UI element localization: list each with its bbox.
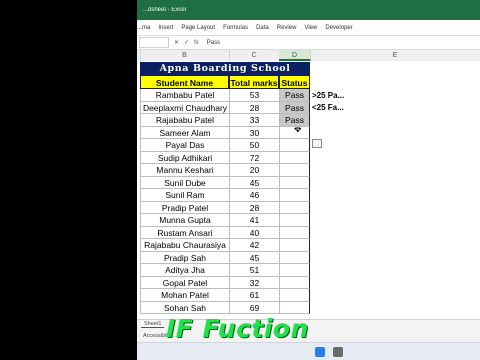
video-caption: IF Fuction (166, 314, 309, 343)
status-cell[interactable] (279, 226, 310, 239)
enter-icon[interactable]: ✓ (184, 39, 189, 46)
status-cell[interactable] (279, 164, 310, 177)
total-marks-cell[interactable]: 51 (229, 264, 279, 277)
search-icon[interactable] (333, 347, 343, 357)
status-cell[interactable] (279, 151, 310, 164)
column-header-e[interactable]: E (310, 50, 480, 61)
student-name-cell[interactable]: Rajababu Chaurasiya (140, 239, 229, 252)
sheet-tab[interactable]: Sheet1 (141, 321, 165, 328)
status-cell[interactable] (279, 201, 310, 214)
total-marks-cell[interactable]: 53 (229, 89, 279, 102)
status-cell[interactable]: Pass (279, 114, 310, 127)
total-marks-cell[interactable]: 69 (229, 301, 279, 314)
status-cell[interactable] (279, 126, 310, 139)
total-marks-cell[interactable]: 28 (229, 101, 279, 114)
student-name-cell[interactable]: Pradip Sah (140, 251, 229, 264)
total-marks-cell[interactable]: 41 (229, 214, 279, 227)
ribbon-tabs: ...ma Insert Page Layout Formulas Data R… (137, 20, 480, 36)
status-cell[interactable] (279, 239, 310, 252)
status-cell[interactable] (279, 214, 310, 227)
student-name-cell[interactable]: Munna Gupta (140, 214, 229, 227)
cancel-icon[interactable]: ✕ (174, 39, 179, 46)
student-name-cell[interactable]: Sameer Alam (140, 126, 229, 139)
title-bar: ...dsheet - Excel (137, 0, 480, 20)
column-header-b[interactable]: B (140, 50, 230, 61)
status-cell[interactable] (279, 251, 310, 264)
window-title: ...dsheet - Excel (143, 7, 187, 13)
header-status[interactable]: Status (279, 75, 310, 89)
status-cell[interactable] (279, 276, 310, 289)
status-cell[interactable] (279, 189, 310, 202)
function-icon[interactable]: fx (194, 40, 199, 46)
total-marks-cell[interactable]: 28 (229, 201, 279, 214)
total-marks-cell[interactable]: 32 (229, 276, 279, 289)
student-name-cell[interactable]: Sunil Dube (140, 176, 229, 189)
status-cell[interactable] (279, 289, 310, 302)
ribbon-tab-formulas[interactable]: Formulas (223, 25, 248, 31)
student-name-cell[interactable]: Sunil Ram (140, 189, 229, 202)
ribbon-tab-page-layout[interactable]: Page Layout (181, 25, 215, 31)
ribbon-tab-data[interactable]: Data (256, 25, 269, 31)
status-cell[interactable] (279, 301, 310, 314)
status-cell[interactable]: Pass (279, 89, 310, 102)
windows-start-icon[interactable] (315, 347, 325, 357)
column-header-d[interactable]: D (279, 50, 311, 61)
header-student-name[interactable]: Student Name (140, 75, 229, 89)
status-cell[interactable] (279, 176, 310, 189)
total-marks-cell[interactable]: 33 (229, 114, 279, 127)
column-header-c[interactable]: C (229, 50, 280, 61)
ribbon-tab-home[interactable]: ...ma (137, 25, 150, 31)
total-marks-cell[interactable]: 40 (229, 226, 279, 239)
name-box[interactable] (139, 37, 169, 48)
total-marks-cell[interactable]: 61 (229, 289, 279, 302)
total-marks-cell[interactable]: 42 (229, 239, 279, 252)
ribbon-tab-developer[interactable]: Developer (325, 25, 352, 31)
ribbon-tab-review[interactable]: Review (277, 25, 297, 31)
pass-criteria-note[interactable]: >25 Pa... (312, 91, 344, 100)
ribbon-tab-insert[interactable]: Insert (158, 25, 173, 31)
ribbon-tab-view[interactable]: View (304, 25, 317, 31)
taskbar (137, 342, 480, 360)
status-cell[interactable] (279, 139, 310, 152)
student-name-cell[interactable]: Sudip Adhikari (140, 151, 229, 164)
fail-criteria-note[interactable]: <25 Fa... (312, 103, 344, 112)
total-marks-cell[interactable]: 45 (229, 176, 279, 189)
student-name-cell[interactable]: Mohan Patel (140, 289, 229, 302)
total-marks-cell[interactable]: 46 (229, 189, 279, 202)
student-name-cell[interactable]: Sohan Sah (140, 301, 229, 314)
status-cell[interactable] (279, 264, 310, 277)
student-name-cell[interactable]: Gopal Patel (140, 276, 229, 289)
worksheet-grid[interactable]: Apna Boarding School Student Name Total … (137, 61, 480, 319)
student-name-cell[interactable]: Aditya Jha (140, 264, 229, 277)
total-marks-cell[interactable]: 30 (229, 126, 279, 139)
formula-input[interactable]: Pass (207, 40, 220, 46)
student-name-cell[interactable]: Deeplaxmi Chaudhary (140, 101, 229, 114)
student-name-cell[interactable]: Payal Das (140, 139, 229, 152)
student-name-cell[interactable]: Rambabu Patel (140, 89, 229, 102)
table-title: Apna Boarding School (140, 62, 310, 75)
total-marks-cell[interactable]: 45 (229, 251, 279, 264)
excel-window: ...dsheet - Excel ...ma Insert Page Layo… (137, 0, 480, 360)
total-marks-cell[interactable]: 20 (229, 164, 279, 177)
student-name-cell[interactable]: Rustam Ansari (140, 226, 229, 239)
student-name-cell[interactable]: Mannu Keshari (140, 164, 229, 177)
student-name-cell[interactable]: Pradip Patel (140, 201, 229, 214)
status-cell[interactable]: Pass (279, 101, 310, 114)
header-total-marks[interactable]: Total marks (229, 75, 279, 89)
total-marks-cell[interactable]: 50 (229, 139, 279, 152)
student-name-cell[interactable]: Rajababu Patel (140, 114, 229, 127)
total-marks-cell[interactable]: 72 (229, 151, 279, 164)
formula-bar: ✕ ✓ fx Pass (137, 36, 480, 50)
paste-options-icon[interactable] (312, 139, 322, 148)
